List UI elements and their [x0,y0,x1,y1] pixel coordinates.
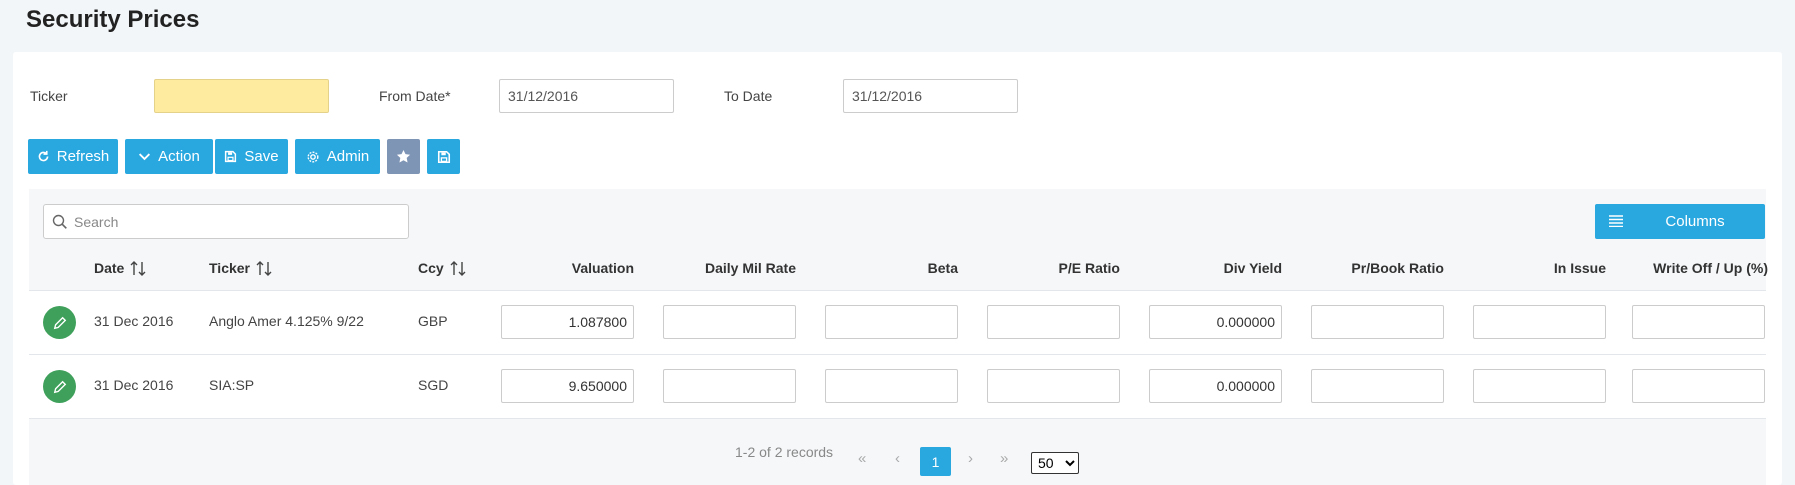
column-header-pe-ratio[interactable]: P/E Ratio [965,260,1120,276]
sort-icon [256,260,272,276]
beta-input[interactable] [825,305,958,339]
admin-label: Admin [326,148,370,165]
search-field[interactable] [43,204,409,239]
column-header-in-issue[interactable]: In Issue [1451,260,1606,276]
data-grid: Columns Date Ticker Ccy Valuation Daily … [29,189,1768,485]
columns-button[interactable]: Columns [1595,204,1765,239]
write-off-input[interactable] [1632,369,1765,403]
chevron-down-icon [139,153,151,161]
column-header-ccy[interactable]: Ccy [418,260,466,276]
cell-date: 31 Dec 2016 [94,377,174,393]
refresh-icon [38,150,49,162]
column-header-div-yield[interactable]: Div Yield [1127,260,1282,276]
column-header-label: Beta [927,260,958,276]
refresh-label: Refresh [56,148,110,165]
from-date-input[interactable] [499,79,674,113]
floppy-disk-icon [225,150,237,163]
star-icon [396,149,411,163]
div-yield-input[interactable] [1149,369,1282,403]
valuation-input[interactable] [501,305,634,339]
column-header-label: P/E Ratio [1058,260,1120,276]
edit-button[interactable] [43,306,76,339]
gear-icon [307,150,319,163]
save-label: Save [244,148,279,165]
column-header-valuation[interactable]: Valuation [479,260,634,276]
main-panel: Ticker From Date* To Date Refresh Action… [13,52,1782,485]
pe-ratio-input[interactable] [987,369,1120,403]
write-off-input[interactable] [1632,305,1765,339]
column-header-label: In Issue [1553,260,1606,276]
pencil-icon [53,380,66,393]
daily-mil-rate-input[interactable] [663,305,796,339]
ticker-label: Ticker [30,88,68,104]
div-yield-input[interactable] [1149,305,1282,339]
table-row: 31 Dec 2016 SIA:SP SGD [29,355,1766,418]
page-1-button[interactable]: 1 [920,447,951,476]
column-header-date[interactable]: Date [94,260,146,276]
pr-book-ratio-input[interactable] [1311,369,1444,403]
sort-icon [450,260,466,276]
page-title: Security Prices [26,6,200,33]
column-header-label: Valuation [571,260,634,276]
column-header-ticker[interactable]: Ticker [209,260,272,276]
from-date-label: From Date* [379,88,451,104]
action-button[interactable]: Action [125,139,213,174]
next-page-icon[interactable]: › [968,450,973,467]
edit-button[interactable] [43,370,76,403]
column-header-pr-book-ratio[interactable]: Pr/Book Ratio [1289,260,1444,276]
prev-page-icon[interactable]: ‹ [895,450,900,467]
table-row: 31 Dec 2016 Anglo Amer 4.125% 9/22 GBP [29,291,1766,354]
pr-book-ratio-input[interactable] [1311,305,1444,339]
column-header-label: Daily Mil Rate [704,260,796,276]
pencil-icon [53,316,66,329]
column-header-write-off[interactable]: Write Off / Up (%) [1613,260,1768,276]
search-input[interactable] [72,206,402,237]
column-header-label: Pr/Book Ratio [1351,260,1444,276]
sort-icon [130,260,146,276]
save-layout-button[interactable] [427,139,460,174]
column-header-label: Write Off / Up (%) [1653,260,1768,276]
last-page-icon[interactable]: » [1000,450,1008,467]
cell-ticker: SIA:SP [209,377,255,393]
to-date-input[interactable] [843,79,1018,113]
column-header-beta[interactable]: Beta [803,260,958,276]
favorite-button[interactable] [387,139,420,174]
in-issue-input[interactable] [1473,369,1606,403]
cell-ccy: SGD [418,377,449,393]
save-button[interactable]: Save [215,139,288,174]
cell-ccy: GBP [418,313,448,329]
column-header-label: Date [94,260,125,276]
cell-date: 31 Dec 2016 [94,313,174,329]
to-date-label: To Date [724,88,773,104]
beta-input[interactable] [825,369,958,403]
row-divider [29,418,1766,419]
pagination-summary: 1-2 of 2 records [735,444,834,460]
columns-label: Columns [1665,213,1725,230]
floppy-disk-icon [437,150,450,163]
column-header-label: Div Yield [1223,260,1282,276]
ticker-input[interactable] [154,79,329,113]
action-label: Action [158,148,200,165]
column-header-daily-mil-rate[interactable]: Daily Mil Rate [641,260,796,276]
column-header-label: Ccy [418,260,444,276]
pe-ratio-input[interactable] [987,305,1120,339]
admin-button[interactable]: Admin [295,139,380,174]
first-page-icon[interactable]: « [858,450,866,467]
refresh-button[interactable]: Refresh [28,139,118,174]
cell-ticker: Anglo Amer 4.125% 9/22 [209,313,364,329]
daily-mil-rate-input[interactable] [663,369,796,403]
in-issue-input[interactable] [1473,305,1606,339]
page-size-select[interactable]: 50 [1031,452,1079,474]
search-icon [52,214,67,229]
valuation-input[interactable] [501,369,634,403]
column-header-label: Ticker [209,260,250,276]
